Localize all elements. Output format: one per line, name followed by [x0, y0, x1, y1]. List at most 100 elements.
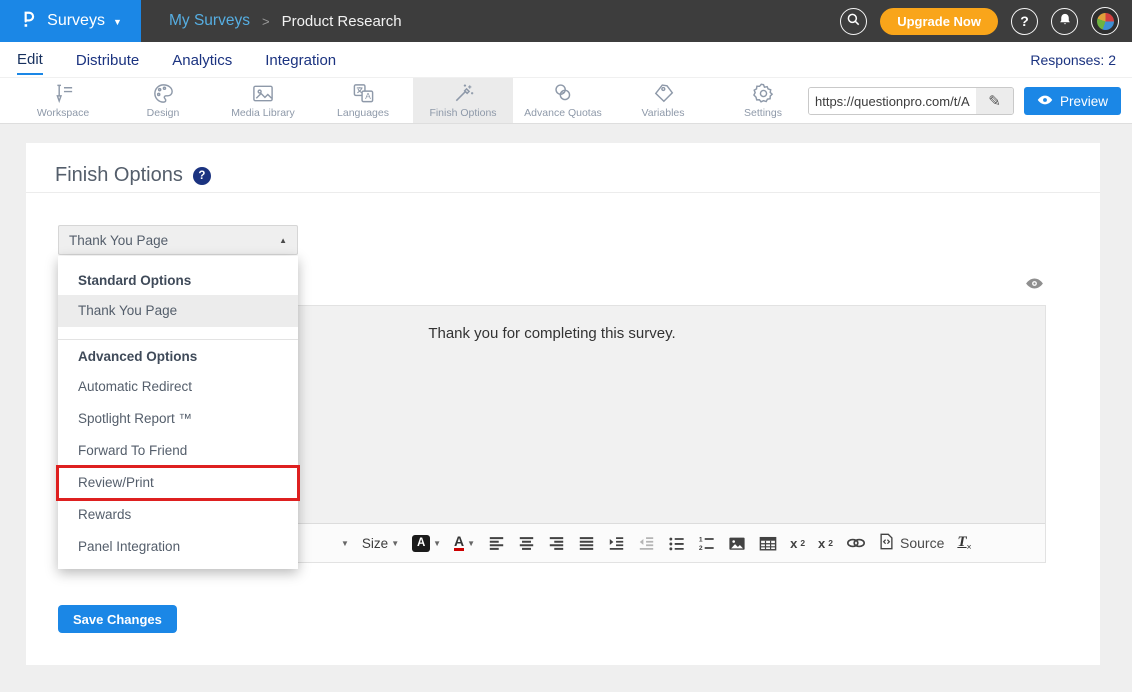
edit-url-button[interactable]: ✎: [976, 88, 1013, 114]
image-icon: [251, 82, 275, 105]
chevron-down-icon: ▼: [113, 17, 122, 27]
remove-format-button[interactable]: T×: [957, 534, 971, 552]
search-button[interactable]: [840, 8, 867, 35]
eye-icon: [1037, 94, 1053, 109]
nav-label: Finish Options: [429, 107, 496, 119]
source-label: Source: [900, 535, 944, 551]
save-changes-button[interactable]: Save Changes: [58, 605, 177, 633]
size-label: Size: [362, 536, 388, 551]
breadcrumb-separator: >: [262, 14, 270, 29]
search-icon: [846, 12, 861, 30]
nav-item-languages[interactable]: A Languages: [313, 78, 413, 123]
chevron-up-icon: ▲: [279, 236, 297, 245]
nav-label: Settings: [744, 107, 782, 119]
nav-label: Variables: [642, 107, 685, 119]
divider: [26, 192, 1100, 193]
superscript-button[interactable]: x2: [818, 536, 833, 551]
text-color-button[interactable]: A ▼: [454, 535, 475, 551]
dropdown-group-advanced: Advanced Options: [58, 342, 298, 371]
nav-item-media-library[interactable]: Media Library: [213, 78, 313, 123]
survey-url-input[interactable]: [809, 88, 976, 114]
insert-link-button[interactable]: [846, 536, 866, 550]
justify-button[interactable]: [578, 535, 595, 552]
size-combo[interactable]: Size ▼: [362, 536, 399, 551]
translate-icon: A: [352, 82, 375, 105]
nav-item-settings[interactable]: Settings: [713, 78, 813, 123]
dropdown-option-rewards[interactable]: Rewards: [58, 499, 298, 531]
magic-wand-icon: [452, 82, 475, 105]
text-color-icon: A: [454, 535, 464, 551]
decrease-indent-button[interactable]: [638, 535, 655, 552]
source-button[interactable]: Source: [879, 533, 944, 553]
dropdown-option-forward-to-friend[interactable]: Forward To Friend: [58, 435, 298, 467]
finish-option-dropdown: Standard Options Thank You Page Advanced…: [58, 256, 298, 569]
notifications-button[interactable]: [1051, 8, 1078, 35]
product-label: Surveys: [47, 12, 105, 30]
increase-indent-button[interactable]: [608, 535, 625, 552]
surveys-product-switcher[interactable]: Surveys ▼: [0, 0, 141, 42]
breadcrumb: My Surveys > Product Research: [169, 0, 402, 42]
nav-item-advance-quotas[interactable]: Advance Quotas: [513, 78, 613, 123]
background-color-button[interactable]: A ▼: [412, 535, 441, 552]
panel-header: Finish Options ?: [26, 143, 1100, 192]
nav-item-design[interactable]: Design: [113, 78, 213, 123]
subscript-button[interactable]: x2: [790, 536, 805, 551]
finish-option-select[interactable]: Thank You Page ▲: [58, 225, 298, 255]
responses-count[interactable]: Responses: 2: [1030, 52, 1116, 68]
dropdown-option-automatic-redirect[interactable]: Automatic Redirect: [58, 371, 298, 403]
tab-analytics[interactable]: Analytics: [172, 45, 232, 74]
divider: [58, 339, 298, 340]
app-header: Surveys ▼ My Surveys > Product Research …: [0, 0, 1132, 42]
tab-edit[interactable]: Edit: [17, 44, 43, 75]
nav-item-workspace[interactable]: Workspace: [13, 78, 113, 123]
nav-label: Advance Quotas: [524, 107, 602, 119]
finish-options-help-button[interactable]: ?: [193, 167, 211, 185]
select-value: Thank You Page: [59, 233, 279, 248]
dropdown-option-panel-integration[interactable]: Panel Integration: [58, 531, 298, 563]
source-doc-icon: [879, 533, 894, 553]
dropdown-option-thank-you-page[interactable]: Thank You Page: [58, 295, 298, 327]
font-combo-arrow[interactable]: ▼: [341, 539, 349, 548]
align-center-button[interactable]: [518, 535, 535, 552]
tab-integration[interactable]: Integration: [265, 45, 336, 74]
nav-item-finish-options[interactable]: Finish Options: [413, 78, 513, 123]
palette-icon: [152, 82, 175, 105]
align-left-button[interactable]: [488, 535, 505, 552]
avatar-logo-icon: [1097, 13, 1114, 30]
questionpro-logo-icon: [19, 9, 39, 34]
gear-icon: [752, 82, 775, 105]
nav-label: Media Library: [231, 107, 295, 119]
tab-distribute[interactable]: Distribute: [76, 45, 139, 74]
bell-icon: [1058, 12, 1072, 30]
align-right-button[interactable]: [548, 535, 565, 552]
nav-label: Languages: [337, 107, 389, 119]
chain-links-icon: [552, 82, 575, 105]
svg-text:1: 1: [699, 536, 703, 543]
nav-label: Workspace: [37, 107, 89, 119]
nav-item-variables[interactable]: Variables: [613, 78, 713, 123]
survey-tab-bar: Edit Distribute Analytics Integration Re…: [0, 42, 1132, 78]
breadcrumb-my-surveys[interactable]: My Surveys: [169, 12, 250, 30]
nav-label: Design: [147, 107, 180, 119]
insert-table-button[interactable]: [759, 535, 777, 552]
background-color-icon: A: [412, 535, 430, 552]
numbered-list-button[interactable]: 12: [698, 535, 715, 552]
header-actions: Upgrade Now ?: [840, 0, 1132, 42]
bullet-list-button[interactable]: [668, 535, 685, 552]
insert-image-button[interactable]: [728, 535, 746, 552]
preview-button[interactable]: Preview: [1024, 87, 1121, 115]
dropdown-option-review-print[interactable]: Review/Print: [58, 467, 298, 499]
dropdown-option-spotlight-report[interactable]: Spotlight Report ™: [58, 403, 298, 435]
breadcrumb-current-survey: Product Research: [282, 13, 402, 30]
tag-icon: [652, 82, 675, 105]
help-button[interactable]: ?: [1011, 8, 1038, 35]
finish-options-panel: Finish Options ? Thank You Page ▲ Standa…: [26, 143, 1100, 665]
edit-toolbar: Workspace Design Media Library A Languag…: [0, 78, 1132, 124]
page-title: Finish Options: [55, 164, 183, 187]
editor-preview-eye-icon[interactable]: [1025, 277, 1044, 295]
survey-url-box: ✎: [808, 87, 1014, 115]
question-mark-icon: ?: [1020, 13, 1029, 29]
nav-right-controls: ✎ Preview: [808, 87, 1121, 115]
upgrade-now-button[interactable]: Upgrade Now: [880, 8, 998, 35]
account-avatar[interactable]: [1091, 7, 1119, 35]
